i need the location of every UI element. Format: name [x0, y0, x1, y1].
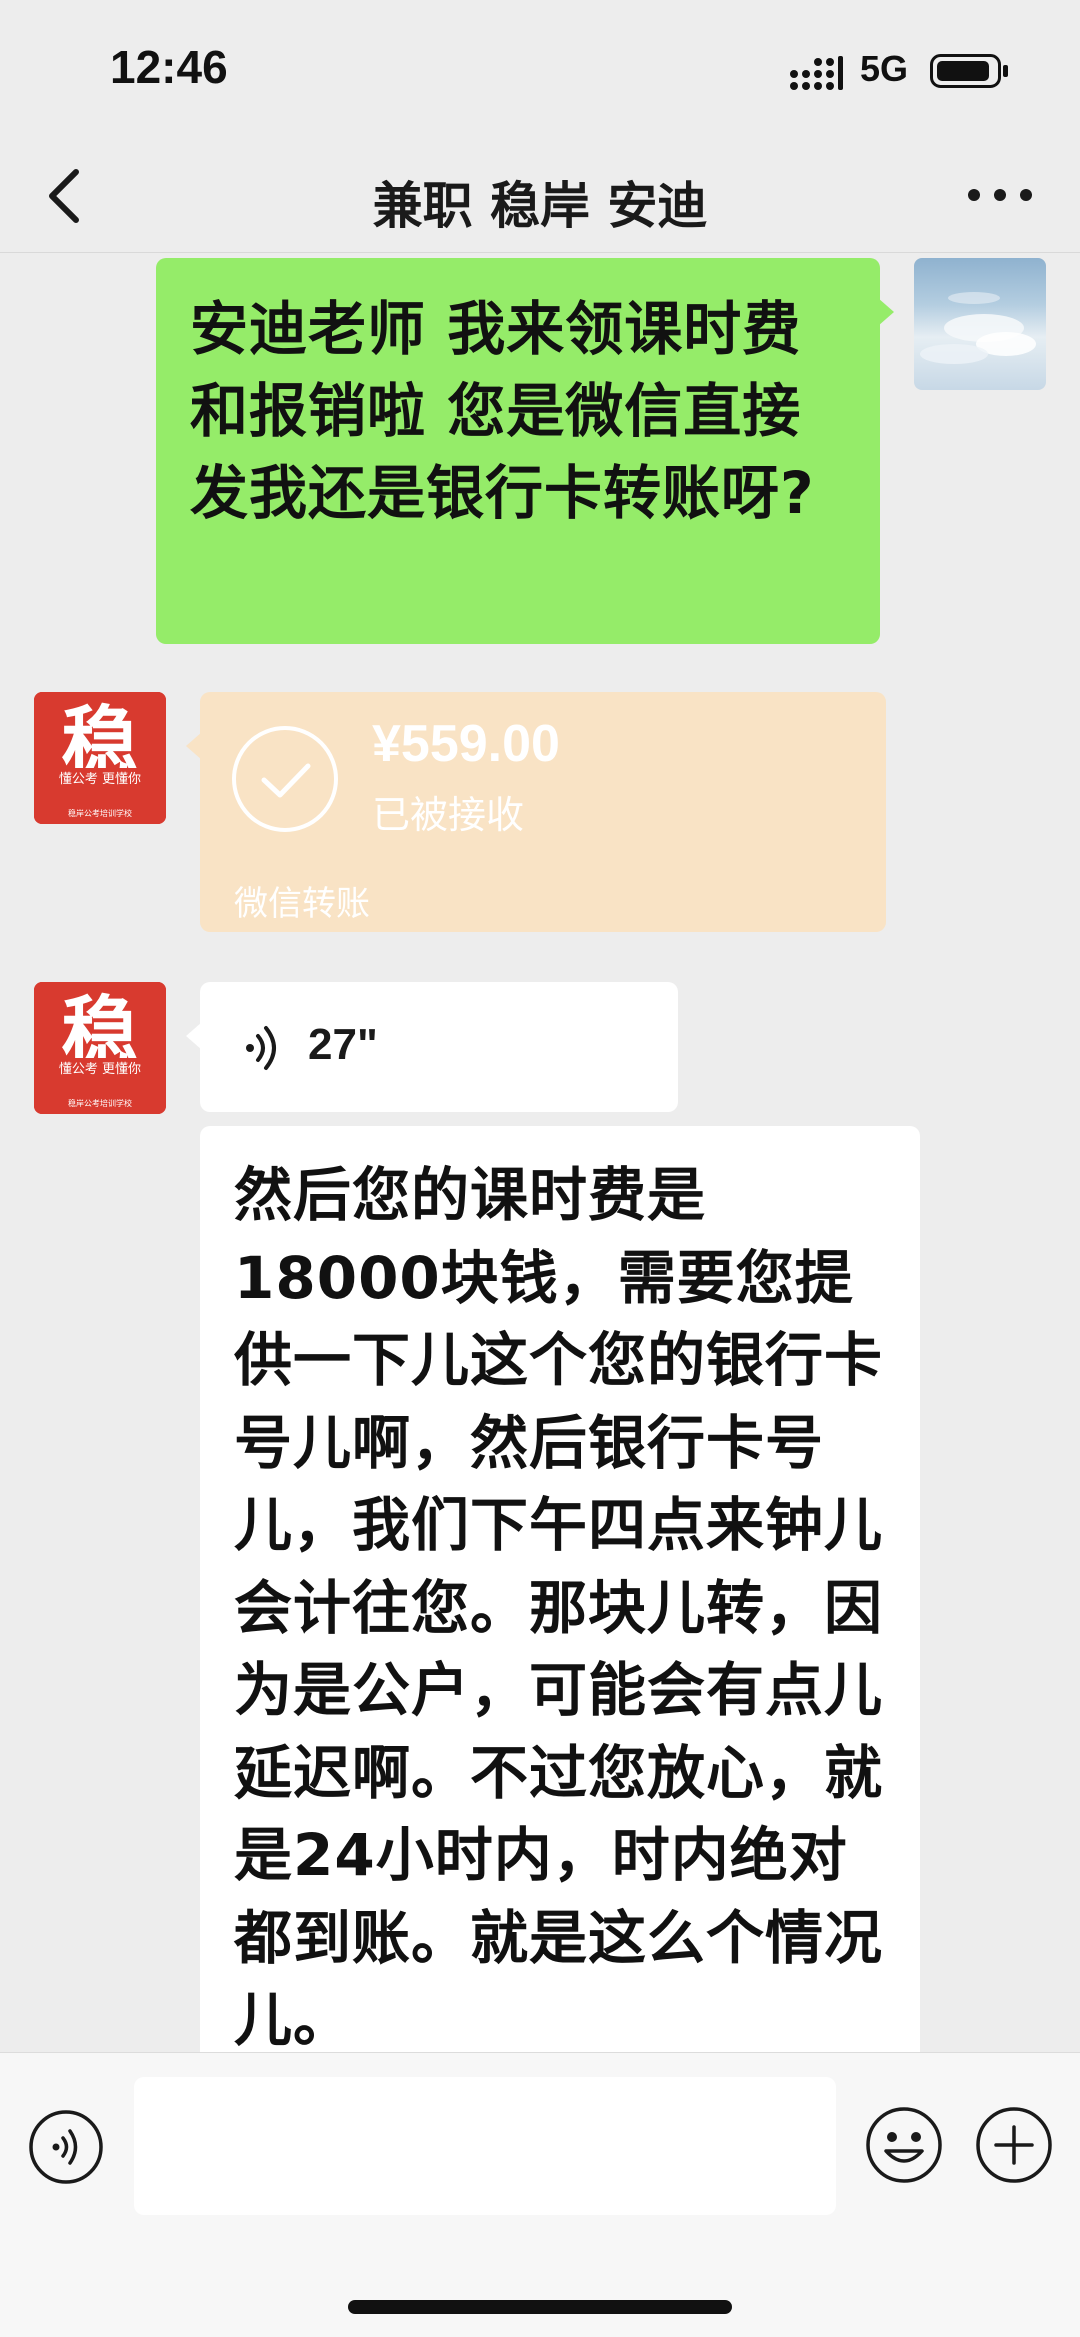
back-arrow-icon[interactable]	[38, 162, 98, 230]
home-indicator[interactable]	[348, 2300, 732, 2314]
svg-text:稳岸公考培训学校: 稳岸公考培训学校	[68, 1098, 132, 1108]
network-type: 5G	[860, 48, 909, 89]
incoming-message-text: 然后您的课时费是18000块钱，需要您提供一下儿这个您的银行卡号儿啊，然后银行卡…	[234, 1161, 884, 2054]
logo-icon: 稳 懂公考 更懂你 稳岸公考培训学校	[34, 692, 166, 824]
contact-avatar[interactable]: 稳 懂公考 更懂你 稳岸公考培训学校	[34, 692, 166, 824]
plus-icon[interactable]	[974, 2105, 1054, 2185]
my-avatar[interactable]	[914, 258, 1046, 390]
incoming-message-bubble[interactable]: 然后您的课时费是18000块钱，需要您提供一下儿这个您的银行卡号儿啊，然后银行卡…	[200, 1126, 920, 2066]
voice-message-bubble[interactable]: 27"	[186, 982, 678, 1112]
emoji-icon[interactable]	[864, 2105, 944, 2185]
message-input[interactable]	[134, 2077, 836, 2215]
bubble-tail	[878, 298, 894, 326]
bubble-tail	[186, 732, 202, 760]
status-time: 12:46	[110, 41, 228, 93]
sky-photo-icon	[920, 292, 1036, 364]
svg-text:懂公考 更懂你: 懂公考 更懂你	[59, 772, 141, 787]
transfer-status: 已被接收	[372, 793, 525, 837]
voice-duration: 27"	[308, 1020, 378, 1069]
bubble-tail	[186, 1022, 202, 1050]
signal-icon	[790, 56, 843, 90]
outgoing-message-bubble[interactable]: 安迪老师 我来领课时费和报销啦 您是微信直接发我还是银行卡转账呀?	[156, 258, 894, 644]
more-options-icon[interactable]	[960, 170, 1040, 220]
input-bar	[0, 2052, 1080, 2337]
transfer-label: 微信转账	[234, 884, 370, 924]
contact-avatar[interactable]: 稳 懂公考 更懂你 稳岸公考培训学校	[34, 982, 166, 1114]
check-circle-icon	[232, 726, 338, 832]
nav-bar: 兼职 稳岸 安迪	[0, 140, 1080, 253]
voice-wave-icon	[246, 1026, 276, 1070]
voice-input-icon[interactable]	[28, 2109, 104, 2185]
chat-title: 兼职 稳岸 安迪	[372, 177, 708, 235]
svg-text:懂公考 更懂你: 懂公考 更懂你	[59, 1062, 141, 1077]
logo-icon: 稳 懂公考 更懂你 稳岸公考培训学校	[34, 982, 166, 1114]
svg-text:稳岸公考培训学校: 稳岸公考培训学校	[68, 808, 132, 818]
transfer-amount: ¥559.00	[372, 715, 560, 773]
outgoing-message-text: 安迪老师 我来领课时费和报销啦 您是微信直接发我还是银行卡转账呀?	[190, 295, 815, 527]
chat-screen: 12:46 5G 兼职 稳岸 安迪 安迪老师 我来领课时费和报销啦 您是微信直接…	[0, 0, 1080, 2337]
status-bar: 12:46 5G	[0, 0, 1080, 140]
battery-icon	[930, 54, 1008, 88]
transfer-card[interactable]: ¥559.00 已被接收 微信转账	[186, 692, 886, 932]
